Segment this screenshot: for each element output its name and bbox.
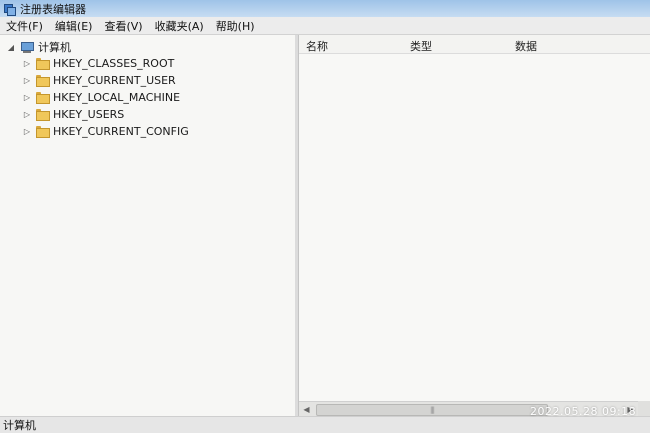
folder-icon (36, 74, 50, 87)
folder-icon (36, 125, 50, 138)
tree-node-hkey-classes-root[interactable]: ▷ HKEY_CLASSES_ROOT (23, 55, 174, 71)
registry-tree-pane[interactable]: ◢ 计算机 ▷ HKEY_CLASSES_ROOT ▷ HKEY_CURRENT… (0, 35, 296, 416)
regedit-icon (3, 3, 16, 16)
scrollbar-thumb[interactable]: ||| (316, 404, 548, 416)
expand-arrow-icon[interactable]: ▷ (23, 110, 31, 119)
title-bar: 注册表编辑器 (0, 0, 650, 17)
scroll-corner (638, 401, 650, 416)
tree-node-label: HKEY_CURRENT_USER (53, 73, 176, 87)
tree-node-label: HKEY_USERS (53, 107, 125, 121)
folder-icon (36, 108, 50, 121)
column-header-data[interactable]: 数据 (515, 38, 537, 54)
collapse-arrow-icon[interactable]: ◢ (7, 43, 15, 52)
expand-arrow-icon[interactable]: ▷ (23, 127, 31, 136)
tree-node-computer[interactable]: ◢ 计算机 (7, 39, 71, 55)
menu-bar: 文件(F) 编辑(E) 查看(V) 收藏夹(A) 帮助(H) (0, 17, 650, 35)
tree-node-label: HKEY_CURRENT_CONFIG (53, 124, 189, 138)
menu-file[interactable]: 文件(F) (0, 18, 49, 34)
status-path: 计算机 (3, 419, 36, 432)
folder-icon (36, 57, 50, 70)
photo-timestamp: 2022.05.28 09:18 (530, 405, 637, 418)
window-title: 注册表编辑器 (20, 2, 86, 16)
expand-arrow-icon[interactable]: ▷ (23, 76, 31, 85)
tree-node-label: 计算机 (38, 41, 71, 54)
menu-edit[interactable]: 编辑(E) (49, 18, 99, 34)
status-bar: 计算机 (0, 416, 650, 433)
tree-node-hkey-local-machine[interactable]: ▷ HKEY_LOCAL_MACHINE (23, 89, 180, 105)
tree-node-label: HKEY_CLASSES_ROOT (53, 56, 175, 70)
menu-favorites[interactable]: 收藏夹(A) (149, 18, 210, 34)
computer-icon (20, 41, 34, 53)
expand-arrow-icon[interactable]: ▷ (23, 93, 31, 102)
values-list-pane[interactable]: 名称 类型 数据 ◀ ||| ▶ (299, 35, 650, 417)
grip-icon: ||| (429, 406, 435, 414)
folder-icon (36, 91, 50, 104)
menu-view[interactable]: 查看(V) (98, 18, 148, 34)
tree-node-hkey-users[interactable]: ▷ HKEY_USERS (23, 106, 124, 122)
expand-arrow-icon[interactable]: ▷ (23, 59, 31, 68)
tree-node-label: HKEY_LOCAL_MACHINE (53, 90, 181, 104)
tree-node-hkey-current-user[interactable]: ▷ HKEY_CURRENT_USER (23, 72, 176, 88)
tree-node-hkey-current-config[interactable]: ▷ HKEY_CURRENT_CONFIG (23, 123, 189, 139)
list-header: 名称 类型 数据 (299, 35, 650, 54)
menu-help[interactable]: 帮助(H) (210, 18, 261, 34)
scroll-left-icon[interactable]: ◀ (299, 402, 314, 417)
column-header-name[interactable]: 名称 (306, 38, 328, 54)
column-header-type[interactable]: 类型 (410, 38, 432, 54)
